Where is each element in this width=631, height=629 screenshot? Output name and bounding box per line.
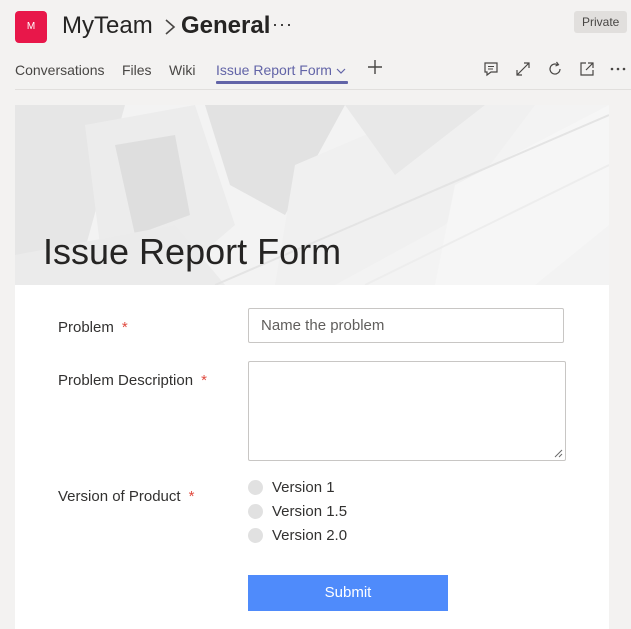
radio-button[interactable] — [248, 504, 263, 520]
chevron-down-icon[interactable] — [336, 66, 346, 76]
form-banner: Issue Report Form — [15, 105, 609, 285]
problem-input[interactable]: Name the problem — [248, 308, 564, 343]
version-label: Version of Product * — [58, 488, 194, 505]
expand-icon[interactable] — [514, 60, 532, 78]
version-option-label: Version 1 — [272, 479, 335, 497]
required-marker: * — [121, 319, 128, 336]
tab-issue-report-form[interactable]: Issue Report Form — [216, 62, 346, 78]
problem-description-label: Problem Description * — [58, 372, 207, 389]
active-tab-indicator — [216, 81, 348, 84]
problem-description-label-text: Problem Description — [58, 372, 194, 389]
required-marker: * — [201, 372, 207, 389]
version-option-label: Version 2.0 — [272, 527, 348, 545]
channel-name: General — [181, 12, 271, 39]
problem-label-text: Problem — [58, 319, 114, 336]
team-name[interactable]: MyTeam — [62, 12, 153, 40]
add-tab-icon[interactable] — [366, 58, 384, 76]
header-divider — [15, 89, 631, 90]
resize-grip-icon[interactable] — [554, 449, 563, 458]
problem-label: Problem * — [58, 319, 128, 336]
channel-more-button[interactable]: ··· — [272, 14, 293, 35]
form-panel: Issue Report Form Problem * Name the prob… — [15, 105, 609, 629]
radio-button[interactable] — [248, 528, 263, 544]
version-option-label: Version 1.5 — [272, 503, 348, 521]
more-options-icon[interactable] — [609, 60, 627, 78]
problem-description-textarea[interactable] — [248, 361, 566, 461]
submit-button[interactable]: Submit — [248, 575, 448, 611]
required-marker: * — [188, 488, 195, 505]
version-option-2-0[interactable]: Version 2.0 — [248, 527, 347, 547]
chevron-right-icon — [165, 19, 176, 35]
private-badge: Private — [574, 11, 628, 33]
version-label-text: Version of Product — [58, 488, 181, 505]
tab-issue-report-form-label: Issue Report Form — [216, 62, 332, 78]
version-option-1-5[interactable]: Version 1.5 — [248, 503, 347, 523]
version-option-1[interactable]: Version 1 — [248, 479, 335, 499]
tab-wiki[interactable]: Wiki — [169, 62, 195, 78]
conversation-icon[interactable] — [482, 60, 500, 78]
reload-icon[interactable] — [546, 60, 564, 78]
tab-conversations[interactable]: Conversations — [15, 62, 105, 78]
tab-files[interactable]: Files — [122, 62, 152, 78]
team-avatar[interactable]: M — [15, 11, 47, 43]
radio-button[interactable] — [248, 480, 263, 496]
form-title: Issue Report Form — [43, 231, 342, 272]
popout-icon[interactable] — [578, 60, 596, 78]
